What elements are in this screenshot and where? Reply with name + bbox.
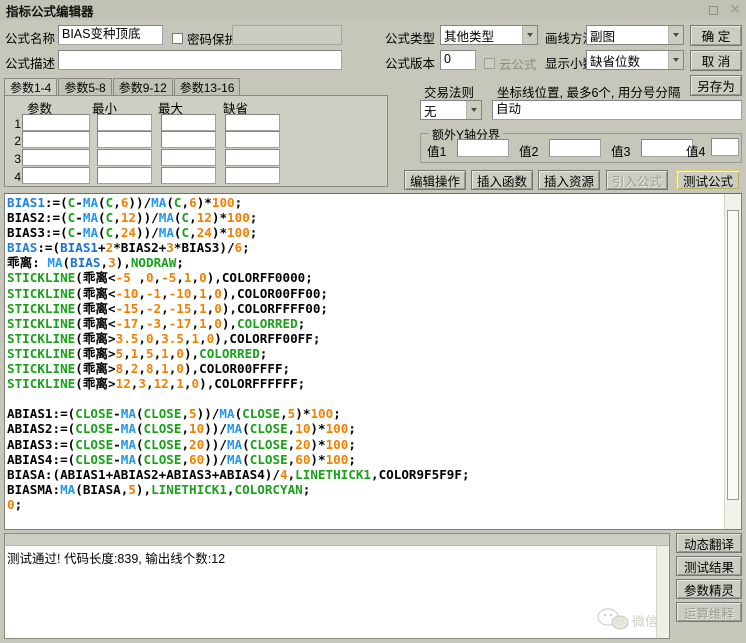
dynamic-translate-button[interactable]: 动态翻译	[676, 533, 742, 553]
param-row-no-2: 2	[14, 134, 21, 148]
edit-operation-button[interactable]: 编辑操作	[404, 170, 466, 190]
scrollbar-thumb[interactable]	[727, 210, 739, 500]
trade-rule-label: 交易法则	[424, 86, 475, 100]
decimal-select[interactable]: 缺省位数	[586, 50, 684, 70]
formula-version-label: 公式版本	[385, 57, 436, 71]
chevron-down-icon[interactable]	[522, 26, 537, 44]
param-name-1[interactable]	[22, 114, 90, 131]
param-panel: 参数 最小 最大 缺省 1 2 3 4	[4, 95, 388, 187]
trade-rule-value: 无	[424, 104, 437, 119]
draw-method-select[interactable]: 副图	[586, 25, 684, 45]
value1-input[interactable]	[457, 139, 509, 157]
param-default-3[interactable]	[225, 149, 280, 166]
value2-input[interactable]	[549, 139, 601, 157]
param-min-1[interactable]	[97, 114, 152, 131]
value3-label: 值3	[611, 145, 631, 159]
close-icon[interactable]: ✕	[724, 0, 746, 20]
save-as-button[interactable]: 另存为	[690, 75, 742, 96]
chevron-down-icon[interactable]	[668, 51, 683, 69]
param-min-3[interactable]	[97, 149, 152, 166]
output-header-strip	[5, 534, 669, 546]
formula-type-value: 其他类型	[444, 29, 495, 44]
value1-label: 值1	[427, 145, 447, 159]
test-formula-button[interactable]: 测试公式	[676, 170, 740, 190]
tab-params-13-16[interactable]: 参数13-16	[173, 78, 241, 96]
axis-hint-label: 坐标线位置, 最多6个, 用分号分隔	[497, 86, 681, 100]
insert-resource-button[interactable]: 插入资源	[538, 170, 600, 190]
indicator-formula-editor-window: 指标公式编辑器 ✕ 公式名称 BIAS变种顶底 密码保护 公式类型 其他类型 画…	[0, 0, 746, 643]
output-vertical-scrollbar[interactable]	[656, 546, 669, 638]
checkbox-box	[484, 58, 495, 69]
param-name-3[interactable]	[22, 149, 90, 166]
formula-desc-label: 公式描述	[5, 57, 56, 71]
code-content: BIAS1:=(C-MA(C,6))/MA(C,6)*100; BIAS2:=(…	[7, 195, 470, 512]
param-tabstrip: 参数1-4 参数5-8 参数9-12 参数13-16	[4, 78, 352, 96]
right-button-column: 动态翻译 测试结果 参数精灵 运算维释	[676, 533, 742, 625]
cloud-formula-checkbox[interactable]: 云公式	[484, 54, 537, 73]
import-formula-button[interactable]: 引入公式	[606, 170, 668, 190]
extra-y-axis-group: 额外Y轴分界 值1 值2 值3 值4	[420, 126, 742, 163]
param-default-4[interactable]	[225, 167, 280, 184]
param-row-no-3: 3	[14, 152, 21, 166]
trade-rule-select[interactable]: 无	[420, 100, 482, 120]
code-vertical-scrollbar[interactable]	[724, 194, 741, 529]
cloud-formula-label: 云公式	[499, 58, 537, 72]
maximize-icon[interactable]	[702, 0, 724, 20]
cancel-button[interactable]: 取 消	[690, 50, 742, 71]
decimal-value: 缺省位数	[590, 54, 641, 69]
formula-desc-input[interactable]	[58, 50, 342, 70]
param-max-1[interactable]	[161, 114, 216, 131]
output-pane: 测试通过! 代码长度:839, 输出线个数:12	[4, 533, 670, 639]
formula-version-input[interactable]: 0	[440, 50, 476, 70]
value4-label: 值4	[686, 145, 706, 159]
draw-method-value: 副图	[590, 29, 616, 44]
param-row-no-4: 4	[14, 170, 21, 184]
param-name-4[interactable]	[22, 167, 90, 184]
param-max-2[interactable]	[161, 131, 216, 148]
titlebar: 指标公式编辑器 ✕	[0, 0, 746, 20]
operation-explain-button[interactable]: 运算维释	[676, 602, 742, 622]
param-default-1[interactable]	[225, 114, 280, 131]
tab-params-1-4[interactable]: 参数1-4	[4, 78, 58, 96]
page-title: 指标公式编辑器	[6, 4, 94, 19]
param-max-3[interactable]	[161, 149, 216, 166]
axis-position-input[interactable]: 自动	[492, 100, 742, 120]
ok-button[interactable]: 确 定	[690, 25, 742, 46]
param-name-2[interactable]	[22, 131, 90, 148]
tab-params-9-12[interactable]: 参数9-12	[112, 78, 173, 96]
tab-params-5-8[interactable]: 参数5-8	[58, 78, 112, 96]
param-min-4[interactable]	[97, 167, 152, 184]
password-input[interactable]	[232, 25, 342, 45]
value2-label: 值2	[519, 145, 539, 159]
param-row-no-1: 1	[14, 117, 21, 131]
checkbox-box	[172, 33, 183, 44]
chevron-down-icon[interactable]	[466, 101, 481, 119]
formula-type-select[interactable]: 其他类型	[440, 25, 538, 45]
formula-name-label: 公式名称	[5, 32, 56, 46]
password-protect-checkbox[interactable]: 密码保护	[172, 29, 237, 48]
chevron-down-icon[interactable]	[668, 26, 683, 44]
param-default-2[interactable]	[225, 131, 280, 148]
value4-input[interactable]	[711, 138, 739, 156]
formula-name-input[interactable]: BIAS变种顶底	[58, 25, 163, 45]
formula-type-label: 公式类型	[385, 32, 436, 46]
test-result-button[interactable]: 测试结果	[676, 556, 742, 576]
param-wizard-button[interactable]: 参数精灵	[676, 579, 742, 599]
password-protect-label: 密码保护	[187, 33, 238, 47]
code-editor[interactable]: BIAS1:=(C-MA(C,6))/MA(C,6)*100; BIAS2:=(…	[4, 193, 742, 530]
code-text-area[interactable]: BIAS1:=(C-MA(C,6))/MA(C,6)*100; BIAS2:=(…	[5, 194, 724, 529]
insert-function-button[interactable]: 插入函数	[471, 170, 533, 190]
param-min-2[interactable]	[97, 131, 152, 148]
param-max-4[interactable]	[161, 167, 216, 184]
output-status-text: 测试通过! 代码长度:839, 输出线个数:12	[7, 552, 226, 566]
